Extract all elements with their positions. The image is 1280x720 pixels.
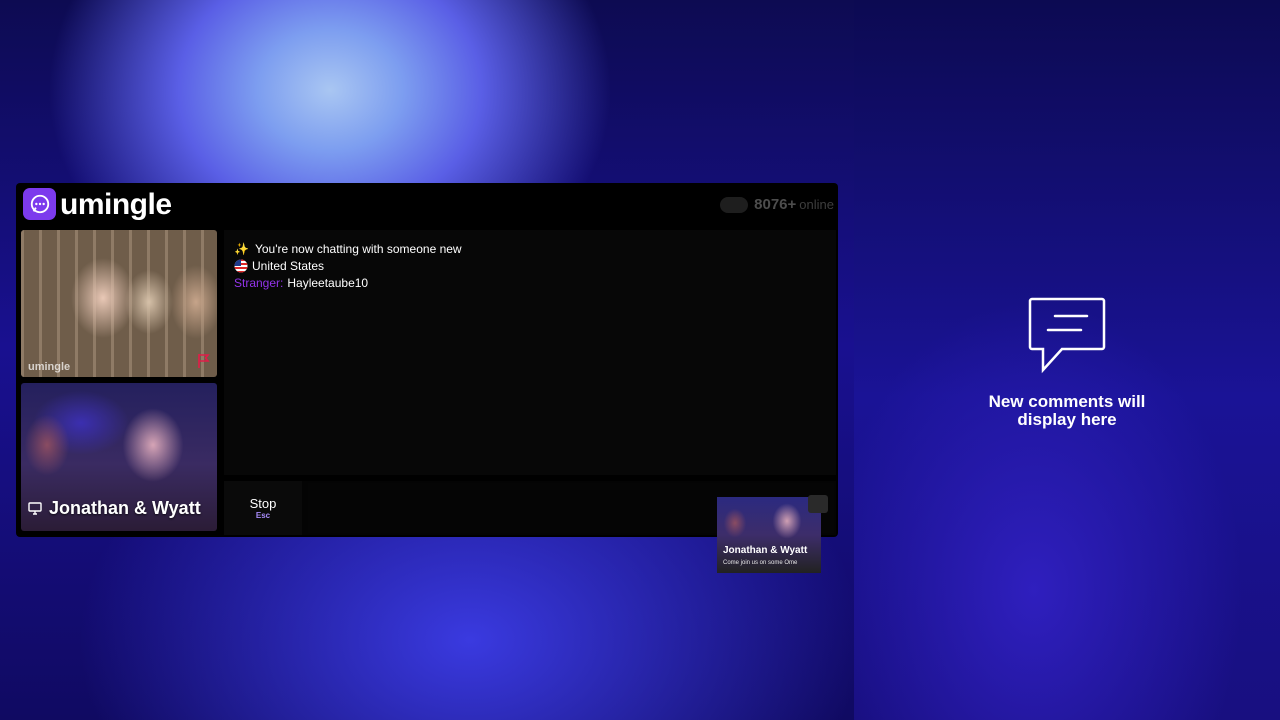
brand-name[interactable]: umingle (60, 187, 172, 223)
stop-button-label: Stop (249, 496, 277, 511)
online-status: 8076+ online (720, 196, 834, 213)
stop-shortcut-key: Esc (255, 511, 271, 520)
system-message-text: You're now chatting with someone new (254, 242, 462, 256)
stranger-line: Stranger: Hayleetaube10 (234, 276, 368, 290)
chat-log: ✨ You're now chatting with someone new U… (224, 230, 836, 475)
sparkles-icon: ✨ (234, 242, 249, 256)
remote-video-label: Jonathan & Wyatt (28, 498, 201, 519)
video-watermark: umingle (28, 361, 71, 373)
comment-bubble-icon (1028, 297, 1106, 374)
stream-thumbnail-subtitle: Come join us on some Ome (723, 560, 798, 566)
stop-button[interactable]: Stop Esc (224, 481, 302, 535)
local-video: umingle (21, 230, 217, 377)
stream-thumbnail[interactable]: Jonathan & Wyatt Come join us on some Om… (717, 497, 821, 573)
comments-empty-text: New comments will display here (988, 392, 1146, 429)
comments-empty-state: New comments will display here (958, 296, 1176, 429)
us-flag-icon (234, 259, 248, 273)
system-message: ✨ You're now chatting with someone new (234, 242, 462, 256)
remote-user-name: Jonathan & Wyatt (49, 498, 201, 518)
online-label: online (799, 197, 834, 212)
country-line: United States (234, 259, 324, 273)
stranger-prefix: Stranger: (234, 276, 284, 290)
monitor-icon (28, 502, 42, 515)
report-flag-icon[interactable] (197, 353, 211, 369)
logo-badge[interactable] (23, 188, 56, 220)
online-count: 8076+ (754, 196, 797, 213)
stranger-name: Hayleetaube10 (287, 276, 369, 290)
thumbnail-tab[interactable] (808, 495, 828, 513)
stream-thumbnail-title: Jonathan & Wyatt (723, 545, 808, 556)
chat-bubble-icon (30, 194, 49, 214)
country-name: United States (252, 259, 325, 273)
online-indicator (720, 196, 749, 213)
